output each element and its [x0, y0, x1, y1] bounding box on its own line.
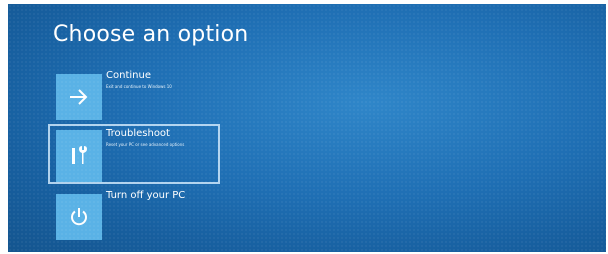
troubleshoot-description: Reset your PC or see advanced options [106, 142, 185, 147]
arrow-right-icon [70, 89, 88, 105]
page-title: Choose an option [53, 22, 249, 47]
troubleshoot-tile [56, 130, 102, 182]
power-icon [71, 208, 87, 226]
troubleshoot-option[interactable]: Troubleshoot Reset your PC or see advanc… [48, 124, 220, 184]
turn-off-label: Turn off your PC [106, 190, 186, 201]
turn-off-tile [56, 194, 102, 240]
continue-tile [56, 74, 102, 120]
continue-label: Continue [106, 70, 151, 81]
recovery-screen: Choose an option Continue Exit and conti… [8, 4, 606, 252]
troubleshoot-label: Troubleshoot [106, 128, 170, 139]
continue-description: Exit and continue to Windows 10 [106, 84, 172, 89]
continue-option[interactable]: Continue Exit and continue to Windows 10 [48, 66, 220, 126]
tools-icon [72, 146, 87, 164]
turn-off-option[interactable]: Turn off your PC [48, 186, 220, 246]
